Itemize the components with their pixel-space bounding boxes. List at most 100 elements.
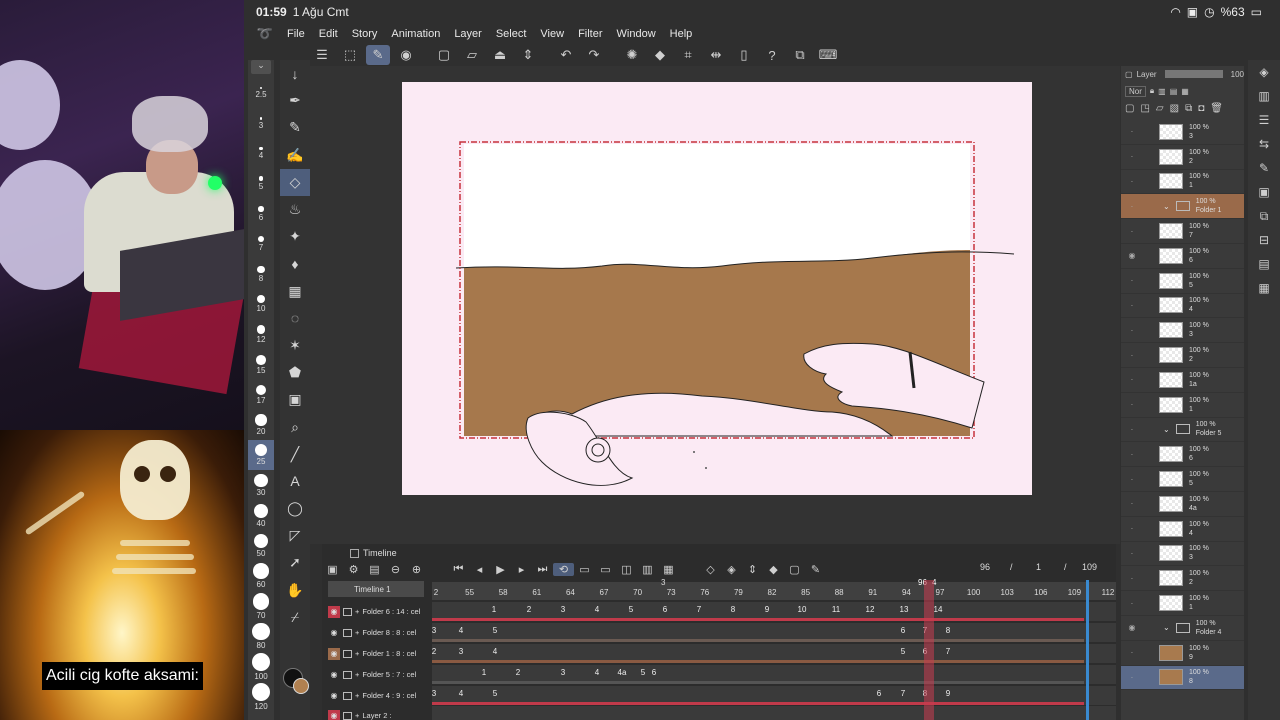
- light-table-icon[interactable]: ▥: [637, 563, 658, 576]
- hamburger-icon[interactable]: ☰: [310, 45, 334, 65]
- ref-icon[interactable]: ▤: [1170, 87, 1178, 96]
- cel-label[interactable]: 3: [561, 668, 565, 677]
- ref-icon[interactable]: ⧉: [1248, 204, 1280, 228]
- visibility-eye-icon[interactable]: ·: [1121, 524, 1143, 533]
- layer-row[interactable]: · 100 % 3: [1121, 542, 1244, 567]
- layer-row[interactable]: ◉ 100 % 6: [1121, 244, 1244, 269]
- material-icon[interactable]: ▣: [1248, 180, 1280, 204]
- cel-label[interactable]: 13: [900, 605, 909, 614]
- gradient-icon[interactable]: ▣: [280, 386, 310, 413]
- cel-label[interactable]: 5: [493, 626, 497, 635]
- zoom-out-icon[interactable]: ⊖: [385, 563, 406, 576]
- new-layer-icon[interactable]: ▢: [1125, 103, 1134, 114]
- layers-icon[interactable]: ◈: [1248, 60, 1280, 84]
- layer-tab[interactable]: Layer: [1137, 70, 1157, 79]
- flip-icon[interactable]: ⇹: [704, 45, 728, 65]
- cel-label[interactable]: 4: [459, 626, 463, 635]
- stepper-icon[interactable]: ⇕: [742, 563, 763, 576]
- track-header[interactable]: ◉ + Folder 6 : 14 : cel: [328, 602, 432, 621]
- merge-icon[interactable]: ▧: [1170, 103, 1179, 114]
- stepper-icon[interactable]: ⇕: [516, 45, 540, 65]
- brush-size-item[interactable]: 80: [248, 621, 274, 651]
- visibility-eye-icon[interactable]: ◉: [328, 647, 340, 660]
- app-logo-icon[interactable]: ➰: [250, 26, 280, 42]
- visibility-eye-icon[interactable]: ·: [1121, 227, 1143, 236]
- blend-mode-select[interactable]: Nor: [1125, 85, 1146, 97]
- track-row[interactable]: 1 2 3 4 5 6 7 8 9 10 11 12 13 14: [432, 602, 1116, 621]
- total-frames[interactable]: 109: [1082, 562, 1097, 572]
- visibility-eye-icon[interactable]: ·: [1121, 276, 1143, 285]
- loop-icon[interactable]: ⟲: [553, 562, 574, 576]
- timeline-new-icon[interactable]: ▣: [322, 563, 343, 576]
- menu-filter[interactable]: Filter: [571, 28, 609, 40]
- brush-size-item[interactable]: 12: [248, 320, 274, 350]
- brush-size-item[interactable]: 2.5: [248, 78, 274, 108]
- fill-bucket-icon[interactable]: ◆: [648, 45, 672, 65]
- balloon-icon[interactable]: ◯: [280, 495, 310, 522]
- expand-icon[interactable]: +: [355, 691, 359, 700]
- cel-label[interactable]: 3: [561, 605, 565, 614]
- auto-action-icon[interactable]: ▤: [1248, 252, 1280, 276]
- cel-label[interactable]: 4: [595, 668, 599, 677]
- visibility-eye-icon[interactable]: ·: [1121, 127, 1143, 136]
- frame-icon[interactable]: ◸: [280, 522, 310, 549]
- pencil-icon[interactable]: ✎: [280, 114, 310, 141]
- layer-folder-row[interactable]: · ⌄ 100 % Folder 5: [1121, 418, 1244, 443]
- menu-file[interactable]: File: [280, 28, 312, 40]
- sub-color[interactable]: [293, 678, 309, 694]
- cel-label[interactable]: 2: [516, 668, 520, 677]
- wand-icon[interactable]: ✶: [280, 332, 310, 359]
- track-header[interactable]: ◉ + Folder 5 : 7 : cel: [328, 665, 432, 684]
- brush-size-item[interactable]: 70: [248, 591, 274, 621]
- visibility-eye-icon[interactable]: ·: [1121, 425, 1143, 434]
- menu-animation[interactable]: Animation: [384, 28, 447, 40]
- trash-icon[interactable]: 🗑︎: [1210, 103, 1223, 114]
- track-header[interactable]: ◉ + Folder 1 : 8 : cel: [328, 644, 432, 663]
- visibility-eye-icon[interactable]: ·: [1121, 177, 1143, 186]
- track-header[interactable]: ◉ + Layer 2 :: [328, 706, 432, 720]
- brush-size-item[interactable]: 50: [248, 531, 274, 561]
- grid-icon[interactable]: ▦: [280, 278, 310, 305]
- layer-row[interactable]: · 100 % 1: [1121, 170, 1244, 195]
- prev-frame-icon[interactable]: ◂: [469, 563, 490, 576]
- fill-icon[interactable]: ♦: [280, 250, 310, 277]
- pointer-icon[interactable]: ➚: [280, 549, 310, 576]
- track-header[interactable]: ◉ + Folder 8 : 8 : cel: [328, 623, 432, 642]
- open-folder-icon[interactable]: ▱: [460, 45, 484, 65]
- cel-label[interactable]: 1: [492, 605, 496, 614]
- brush-size-item[interactable]: 120: [248, 682, 274, 712]
- transform-icon[interactable]: ▢: [784, 563, 805, 576]
- menu-select[interactable]: Select: [489, 28, 534, 40]
- visibility-eye-icon[interactable]: ◉: [328, 690, 340, 702]
- cel-label[interactable]: 8: [946, 626, 950, 635]
- cel-label[interactable]: 12: [866, 605, 875, 614]
- subtool-icon[interactable]: ▥: [1248, 84, 1280, 108]
- layer-row[interactable]: · 100 % 4: [1121, 517, 1244, 542]
- canvas-area[interactable]: [310, 66, 1120, 544]
- visibility-eye-icon[interactable]: ·: [1121, 499, 1143, 508]
- cel-label[interactable]: 4: [595, 605, 599, 614]
- line-icon[interactable]: ╱: [280, 441, 310, 468]
- cel-label[interactable]: 5: [629, 605, 633, 614]
- canvas-resize-icon[interactable]: ⬚: [338, 45, 362, 65]
- visibility-eye-icon[interactable]: ◉: [1121, 623, 1143, 632]
- cel-label[interactable]: 11: [832, 605, 840, 614]
- play-icon[interactable]: ▶: [490, 563, 511, 576]
- drawing-paper[interactable]: [402, 82, 1032, 495]
- menu-edit[interactable]: Edit: [312, 28, 345, 40]
- cel-label[interactable]: 2: [527, 605, 531, 614]
- lasso-icon[interactable]: ◌: [280, 305, 310, 332]
- keyframe-nav-icon[interactable]: ◆: [763, 563, 784, 576]
- sparkle-icon[interactable]: ✦: [280, 223, 310, 250]
- cel-label[interactable]: 9: [946, 689, 950, 698]
- eyedropper-icon[interactable]: ⌿: [280, 604, 310, 631]
- brush-size-item[interactable]: 30: [248, 470, 274, 500]
- timeline-list-icon[interactable]: ▤: [364, 563, 385, 576]
- redo-icon[interactable]: ↷: [582, 45, 606, 65]
- layer-row[interactable]: · 100 % 5: [1121, 269, 1244, 294]
- text-icon[interactable]: A: [280, 468, 310, 495]
- navigator-icon[interactable]: ⇆: [1248, 132, 1280, 156]
- blend-icon[interactable]: ♨: [280, 196, 310, 223]
- cel-label[interactable]: 6: [901, 626, 905, 635]
- current-frame[interactable]: 96: [980, 562, 990, 572]
